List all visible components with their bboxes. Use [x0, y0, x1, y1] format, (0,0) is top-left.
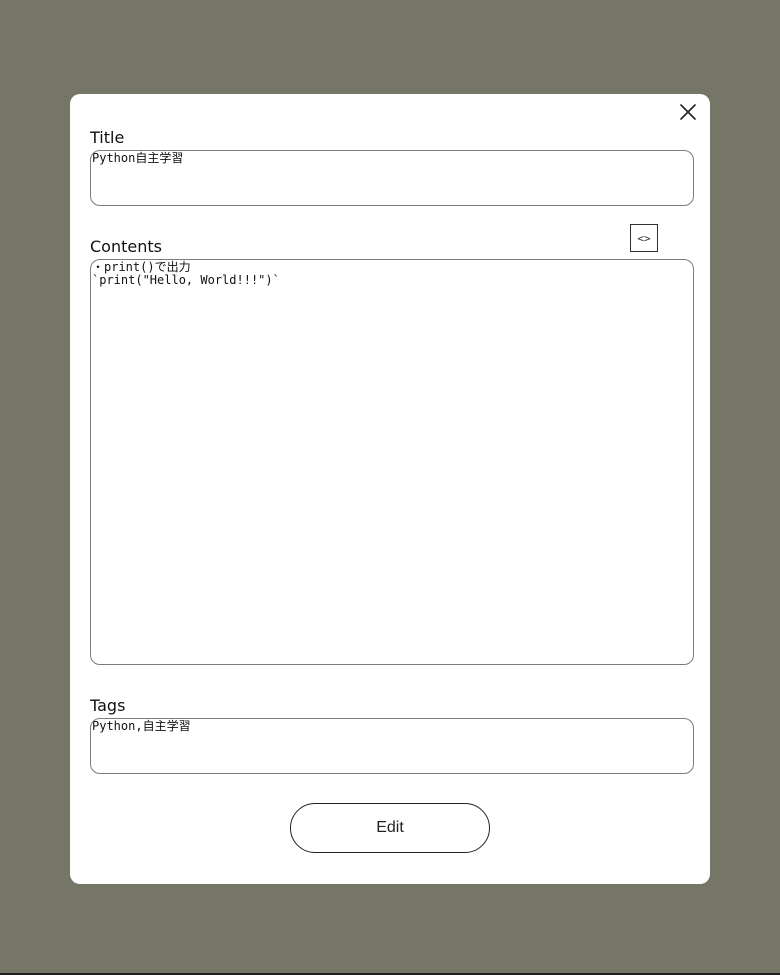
edit-button[interactable]: Edit	[290, 803, 490, 853]
contents-field[interactable]: ・print()で出力 `print("Hello, World!!!")`	[90, 259, 694, 665]
contents-label: Contents	[90, 237, 162, 256]
tags-field[interactable]: Python,自主学習	[90, 718, 694, 774]
tags-label: Tags	[90, 696, 126, 715]
title-field[interactable]: Python自主学習	[90, 150, 694, 206]
close-button[interactable]	[676, 100, 700, 124]
title-label: Title	[90, 128, 125, 147]
edit-note-modal: Title Python自主学習 Contents <> ・print()で出力…	[70, 94, 710, 884]
close-icon	[680, 104, 696, 120]
code-toggle-button[interactable]: <>	[630, 224, 658, 252]
